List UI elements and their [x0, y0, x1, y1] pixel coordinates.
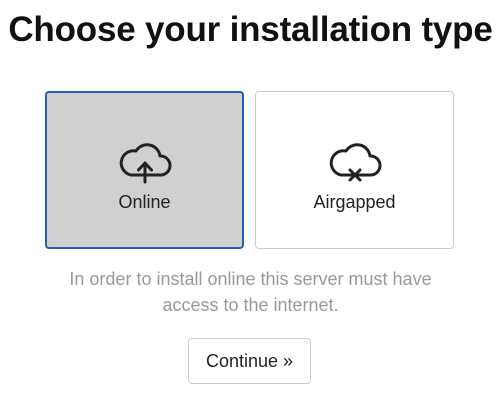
option-airgapped-label: Airgapped: [313, 192, 396, 212]
option-online-label: Online: [118, 192, 171, 212]
option-online[interactable]: Online: [45, 91, 244, 249]
cloud-off-icon: [325, 136, 385, 186]
page-title: Choose your installation type: [8, 10, 493, 49]
installation-type-page: Choose your installation type Online Air…: [0, 0, 501, 400]
cloud-upload-icon: [115, 136, 175, 186]
continue-button[interactable]: Continue »: [188, 338, 311, 384]
option-airgapped[interactable]: Airgapped: [255, 91, 454, 249]
help-text: In order to install online this server m…: [69, 269, 432, 315]
